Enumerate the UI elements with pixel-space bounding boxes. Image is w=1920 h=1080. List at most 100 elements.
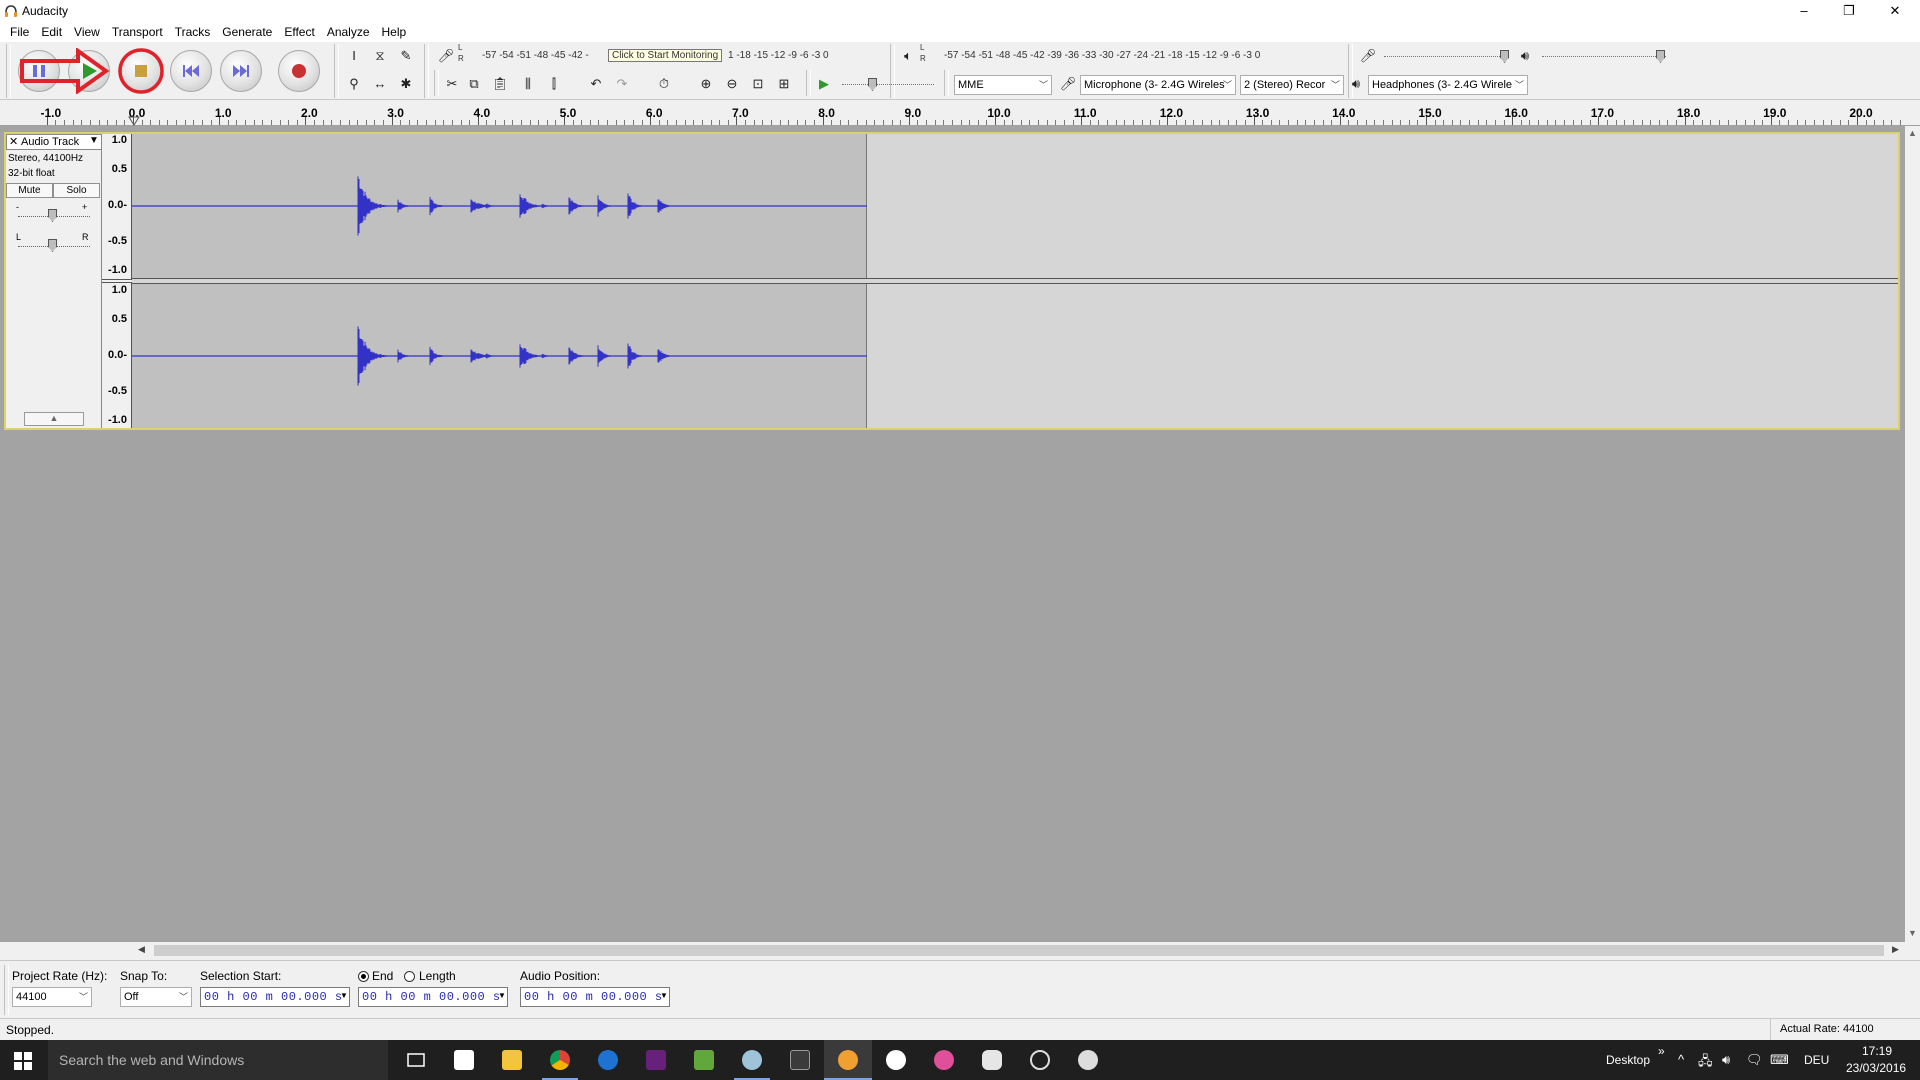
- record-volume-thumb[interactable]: [1500, 50, 1509, 63]
- input-language[interactable]: DEU: [1804, 1053, 1829, 1067]
- play-speed-slider[interactable]: [842, 84, 934, 85]
- taskbar-pink-app[interactable]: [920, 1040, 968, 1080]
- selection-tool-icon[interactable]: I: [344, 46, 364, 66]
- taskbar-visual-studio[interactable]: [632, 1040, 680, 1080]
- taskbar-search-input[interactable]: Search the web and Windows: [48, 1040, 388, 1080]
- track-control-panel[interactable]: ✕ Audio Track ▼ Stereo, 44100Hz 32-bit f…: [6, 134, 102, 428]
- track-name[interactable]: Audio Track: [21, 136, 79, 148]
- end-radio[interactable]: [358, 971, 369, 982]
- audio-host-select[interactable]: MME ﹀: [954, 75, 1052, 95]
- menu-file[interactable]: File: [4, 22, 35, 42]
- task-view-button[interactable]: [392, 1040, 440, 1080]
- play-speed-thumb[interactable]: [868, 78, 877, 91]
- amplitude-ruler[interactable]: 1.0 0.5 0.0- -0.5 -1.0 1.0 0.5 0.0- -0.5…: [102, 134, 132, 428]
- toolbar-grip[interactable]: [6, 44, 11, 98]
- redo-icon[interactable]: ↷: [612, 74, 632, 94]
- gain-slider-thumb[interactable]: [48, 209, 57, 222]
- menu-tracks[interactable]: Tracks: [169, 22, 217, 42]
- selection-start-time[interactable]: 00 h 00 m 00.000 s: [200, 987, 350, 1007]
- play-meter-speaker-icon[interactable]: 🔈︎: [898, 46, 918, 66]
- taskbar-clock-app[interactable]: [872, 1040, 920, 1080]
- taskbar-edge[interactable]: [584, 1040, 632, 1080]
- multi-tool-icon[interactable]: ✱: [396, 74, 416, 94]
- snap-to-select[interactable]: Off ﹀: [120, 987, 192, 1007]
- recording-channels-select[interactable]: 2 (Stereo) Recor ﹀: [1240, 75, 1344, 95]
- play-volume-thumb[interactable]: [1656, 50, 1665, 63]
- track-close-button[interactable]: ✕: [9, 135, 18, 148]
- record-meter-mic-icon[interactable]: 🎤︎: [436, 46, 456, 66]
- record-button[interactable]: [278, 50, 320, 92]
- vertical-scrollbar[interactable]: ▲ ▼: [1905, 126, 1920, 942]
- waveform-left-channel[interactable]: [132, 134, 1898, 278]
- scroll-left-icon[interactable]: ◀: [138, 944, 145, 955]
- collapse-track-button[interactable]: ▲: [24, 412, 84, 426]
- desktop-toolbar-label[interactable]: Desktop: [1606, 1053, 1650, 1067]
- selection-end-time[interactable]: 00 h 00 m 00.000 s: [358, 987, 508, 1007]
- skip-to-start-button[interactable]: [170, 50, 212, 92]
- clock-time[interactable]: 17:19: [1862, 1044, 1892, 1058]
- play-meter-scale[interactable]: -57 -54 -51 -48 -45 -42 -39 -36 -33 -30 …: [944, 50, 1260, 61]
- recording-device-select[interactable]: Microphone (3- 2.4G Wireles ﹀: [1080, 75, 1236, 95]
- trim-icon[interactable]: ⫼: [518, 74, 538, 94]
- toolbar-grip[interactable]: [434, 70, 439, 96]
- record-volume-slider[interactable]: [1384, 56, 1508, 57]
- toolbar-grip[interactable]: [944, 70, 949, 96]
- taskbar-audacity[interactable]: [824, 1040, 872, 1080]
- timeline-ruler[interactable]: -1.0 0.0 1.0 2.0 3.0 4.0 5.0 6.0 7.0 8.0 9.0 10.0 11…: [0, 100, 1920, 126]
- record-meter-scale-right[interactable]: 1 -18 -15 -12 -9 -6 -3 0: [728, 50, 829, 61]
- undo-icon[interactable]: ↶: [586, 74, 606, 94]
- scroll-down-icon[interactable]: ▼: [1908, 928, 1917, 938]
- tray-expand-icon[interactable]: ^: [1678, 1052, 1684, 1067]
- menu-analyze[interactable]: Analyze: [321, 22, 376, 42]
- monitoring-tooltip[interactable]: Click to Start Monitoring: [608, 49, 723, 62]
- track-area[interactable]: ✕ Audio Track ▼ Stereo, 44100Hz 32-bit f…: [0, 126, 1905, 942]
- skip-to-end-button[interactable]: [220, 50, 262, 92]
- zoom-out-icon[interactable]: ⊖: [722, 74, 742, 94]
- fit-project-icon[interactable]: ⊞: [774, 74, 794, 94]
- time-format-arrow-icon[interactable]: ▼: [340, 991, 348, 1000]
- play-at-speed-icon[interactable]: ▶: [814, 74, 834, 94]
- taskbar-store[interactable]: [440, 1040, 488, 1080]
- horizontal-scrollbar[interactable]: ◀ ▶: [136, 942, 1906, 959]
- taskbar-app-bird[interactable]: [728, 1040, 776, 1080]
- pan-slider-thumb[interactable]: [48, 239, 57, 252]
- toolbar-grip[interactable]: [4, 965, 9, 1015]
- project-rate-select[interactable]: 44100 ﹀: [12, 987, 92, 1007]
- taskbar-spreadsheet[interactable]: [680, 1040, 728, 1080]
- menu-edit[interactable]: Edit: [35, 22, 68, 42]
- menu-view[interactable]: View: [68, 22, 106, 42]
- menu-transport[interactable]: Transport: [106, 22, 169, 42]
- audio-position-time[interactable]: 00 h 00 m 00.000 s: [520, 987, 670, 1007]
- silence-icon[interactable]: ⫿: [544, 74, 564, 94]
- time-format-arrow-icon[interactable]: ▼: [660, 991, 668, 1000]
- desktop-toolbar-chevron[interactable]: »: [1658, 1044, 1665, 1058]
- restore-button[interactable]: ❐: [1826, 0, 1872, 22]
- taskbar-paint-app[interactable]: [1064, 1040, 1112, 1080]
- menu-effect[interactable]: Effect: [278, 22, 320, 42]
- action-center-icon[interactable]: 🗨︎: [1746, 1052, 1763, 1068]
- copy-icon[interactable]: ⧉: [464, 74, 484, 94]
- close-window-button[interactable]: ✕: [1872, 0, 1918, 22]
- time-format-arrow-icon[interactable]: ▼: [498, 991, 506, 1000]
- solo-button[interactable]: Solo: [53, 183, 100, 198]
- keyboard-icon[interactable]: ⌨︎: [1770, 1052, 1789, 1068]
- zoom-in-icon[interactable]: ⊕: [696, 74, 716, 94]
- clock-date[interactable]: 23/03/2016: [1846, 1061, 1906, 1075]
- taskbar-obs[interactable]: [1016, 1040, 1064, 1080]
- horizontal-scroll-thumb[interactable]: [154, 945, 1884, 956]
- play-volume-slider[interactable]: [1542, 56, 1666, 57]
- start-button[interactable]: [0, 1040, 48, 1080]
- menu-generate[interactable]: Generate: [216, 22, 278, 42]
- sync-lock-icon[interactable]: ⏱: [654, 74, 674, 94]
- waveform-right-channel[interactable]: [132, 284, 1898, 428]
- toolbar-grip[interactable]: [424, 44, 429, 98]
- paste-icon[interactable]: 📋︎: [490, 74, 510, 94]
- scroll-right-icon[interactable]: ▶: [1892, 944, 1899, 955]
- draw-tool-icon[interactable]: ✎: [396, 46, 416, 66]
- toolbar-grip[interactable]: [334, 44, 339, 98]
- minimize-button[interactable]: –: [1781, 0, 1827, 22]
- cut-icon[interactable]: ✂: [442, 74, 462, 94]
- record-meter-scale[interactable]: -57 -54 -51 -48 -45 -42 -: [482, 50, 589, 61]
- network-icon[interactable]: 🖧︎: [1698, 1052, 1713, 1074]
- toolbar-grip[interactable]: [890, 44, 895, 98]
